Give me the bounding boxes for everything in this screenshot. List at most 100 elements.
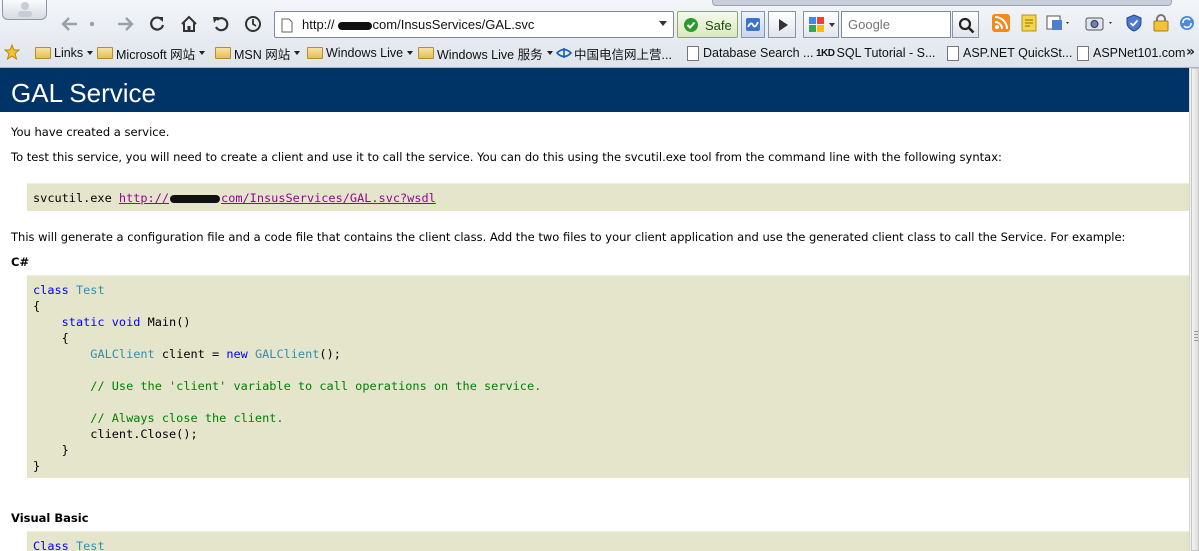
undo-icon: [213, 17, 229, 32]
generate-text: This will generate a configuration file …: [11, 230, 1126, 244]
code-text: client =: [154, 347, 227, 361]
camera-icon[interactable]: [1085, 14, 1115, 32]
code-keyword: Class: [33, 539, 69, 551]
favorite-database-search[interactable]: Database Search ...: [687, 44, 813, 62]
tab-strip[interactable]: [712, 0, 1172, 6]
address-bar[interactable]: http:// com/InsusServices/GAL.svc: [274, 11, 674, 38]
sync-icon[interactable]: [1178, 14, 1196, 32]
page-icon: [1077, 45, 1089, 61]
favorite-links-folder[interactable]: Links: [35, 44, 94, 62]
code-type: GALClient: [254, 347, 320, 361]
chevron-down-icon: [87, 51, 94, 55]
wsdl-link[interactable]: http:// com/InsusServices/GAL.svc?wsdl: [119, 191, 436, 205]
refresh-icon: [150, 16, 165, 31]
favorites-overflow-chevron[interactable]: »: [1186, 44, 1195, 60]
vb-code: Class Test: [27, 532, 1189, 551]
folder-icon: [35, 47, 51, 59]
csharp-heading: C#: [11, 255, 30, 269]
search-button[interactable]: [952, 11, 979, 38]
kd-favicon: 1KD: [816, 47, 835, 59]
code-comment: // Use the 'client' variable to call ope…: [90, 379, 542, 393]
chevron-down-icon: [199, 51, 206, 55]
favorite-msn-folder[interactable]: MSN 网站: [215, 44, 301, 62]
home-icon: [181, 15, 197, 32]
code-text: client.Close();: [90, 427, 198, 441]
favorite-microsoft-folder[interactable]: Microsoft 网站: [97, 44, 206, 62]
reload-button[interactable]: [145, 12, 169, 36]
address-text[interactable]: http:// com/InsusServices/GAL.svc: [302, 17, 534, 32]
compatibility-button[interactable]: [741, 11, 765, 38]
translate-icon[interactable]: [1046, 14, 1072, 32]
user-icon: [18, 2, 32, 17]
forward-button[interactable]: [113, 12, 137, 36]
favorites-star-icon[interactable]: [4, 44, 20, 60]
undo-button[interactable]: [209, 12, 233, 36]
favorite-windows-live-folder[interactable]: Windows Live: [307, 44, 414, 62]
back-button[interactable]: [58, 12, 82, 36]
notes-icon[interactable]: [1020, 14, 1038, 32]
page-icon: [947, 45, 959, 61]
favorite-aspnet-quickstart[interactable]: ASP.NET QuickSt...: [947, 44, 1072, 62]
safe-badge[interactable]: Safe: [677, 11, 738, 38]
page-header: GAL Service: [0, 68, 1189, 112]
csharp-code: class Test { static void Main() { GALCli…: [27, 276, 1189, 474]
page-title: GAL Service: [11, 78, 156, 108]
vertical-scrollbar[interactable]: [1189, 68, 1199, 551]
wsdl-url-prefix: http://: [118, 191, 170, 205]
code-text: {: [33, 299, 41, 313]
favorite-label: Windows Live 服务: [437, 47, 543, 62]
code-comment: // Always close the client.: [90, 411, 284, 425]
svcutil-code-box: svcutil.exe http:// com/InsusServices/GAL…: [27, 183, 1189, 211]
folder-icon: [215, 47, 231, 59]
favorite-label: ASPNet101.com: [1093, 46, 1186, 60]
browser-toolbar: http:// com/InsusServices/GAL.svc Safe Go…: [0, 0, 1199, 68]
code-keyword: void: [111, 315, 141, 329]
scrollbar-thumb[interactable]: [1191, 68, 1199, 551]
search-icon: [958, 17, 975, 34]
clock-icon: [245, 16, 261, 32]
code-text: }: [61, 443, 69, 457]
page-icon: [687, 45, 699, 61]
favorite-china-telecom[interactable]: 中国电信网上营...: [556, 44, 672, 62]
code-text: }: [33, 459, 41, 473]
address-suffix: com/InsusServices/GAL.svc: [372, 17, 535, 32]
folder-icon: [97, 47, 113, 59]
compatibility-icon: [746, 18, 760, 31]
home-button[interactable]: [177, 12, 201, 36]
code-text: Main(): [147, 315, 191, 329]
address-dropdown-arrow[interactable]: [659, 21, 667, 26]
search-engine-selector[interactable]: [803, 11, 839, 38]
favorite-label: 中国电信网上营...: [574, 47, 672, 62]
code-type: GALClient: [90, 347, 155, 361]
rss-feed-icon[interactable]: [992, 14, 1010, 32]
password-lock-icon[interactable]: [1152, 14, 1170, 32]
shield-icon[interactable]: [1125, 14, 1143, 32]
favorite-sql-tutorial[interactable]: 1KD SQL Tutorial - S...: [816, 44, 935, 62]
folder-icon: [307, 47, 323, 59]
favorite-label: Database Search ...: [703, 46, 814, 60]
search-input[interactable]: [841, 11, 951, 38]
china-telecom-icon: [556, 48, 572, 58]
go-button[interactable]: [768, 11, 796, 38]
svcutil-command: svcutil.exe: [33, 191, 112, 205]
browser-menu-button[interactable]: [2, 0, 47, 20]
history-button[interactable]: [241, 12, 265, 36]
favorite-aspnet101[interactable]: ASPNet101.com: [1077, 44, 1185, 62]
intro-text: You have created a service.: [11, 125, 170, 139]
chevron-down-icon: [829, 23, 835, 27]
chevron-down-icon: [407, 51, 414, 55]
play-icon: [779, 19, 788, 31]
address-prefix: http://: [302, 17, 335, 32]
favorite-label: Links: [54, 46, 84, 60]
scrollbar-grip: [1194, 331, 1198, 341]
redaction-mark: [337, 21, 372, 30]
redaction-mark: [170, 194, 221, 203]
arrow-left-icon: [61, 17, 77, 31]
web-page: GAL Service You have created a service. …: [0, 68, 1189, 551]
dot-icon: [89, 21, 95, 27]
vb-heading: Visual Basic: [11, 511, 89, 525]
folder-icon: [418, 47, 434, 59]
favorite-label: Windows Live: [326, 46, 404, 60]
history-dropdown[interactable]: [86, 12, 98, 36]
favorite-windows-live-services-folder[interactable]: Windows Live 服务: [418, 44, 553, 62]
